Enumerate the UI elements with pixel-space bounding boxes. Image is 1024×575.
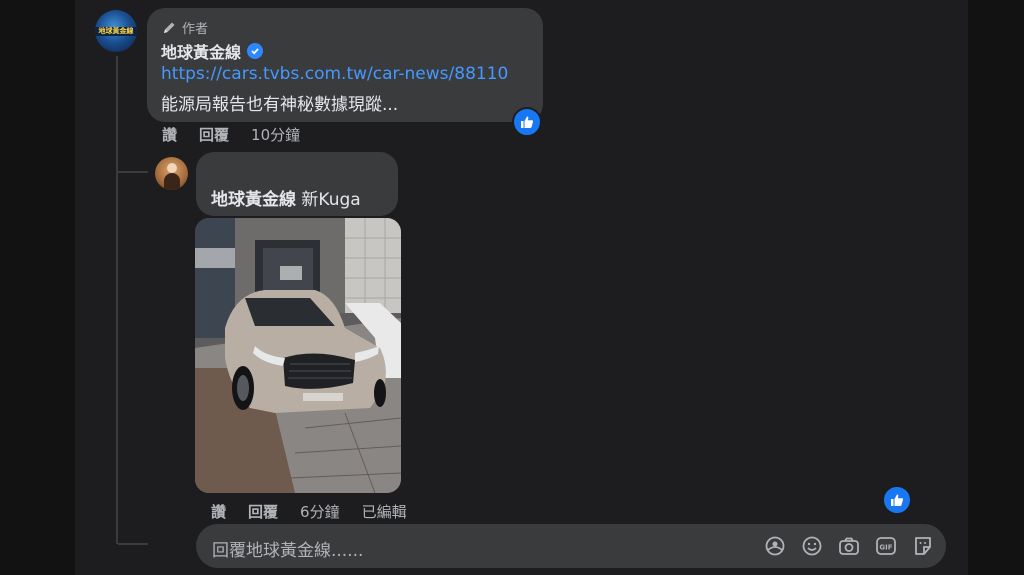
- reply-like-button[interactable]: 讚: [211, 501, 226, 522]
- comment-author[interactable]: 地球黃金線: [161, 39, 264, 63]
- reply-input[interactable]: 回覆地球黃金線......: [212, 536, 363, 561]
- comment-timestamp[interactable]: 10分鐘: [251, 124, 300, 145]
- comment-bubble: 作者 地球黃金線 https://cars.tvbs.com.tw/car-ne…: [147, 8, 543, 122]
- reply-mention[interactable]: 地球黃金線: [211, 190, 296, 210]
- thread-branch-reply: [118, 171, 148, 173]
- comment-text: 能源局報告也有神秘數據現蹤...: [161, 95, 399, 115]
- camera-icon[interactable]: [838, 535, 860, 557]
- like-reaction-icon[interactable]: [512, 107, 542, 137]
- emoji-icon[interactable]: [801, 535, 823, 557]
- sticker-avatar-icon[interactable]: [764, 535, 786, 557]
- thread-line: [116, 56, 118, 544]
- reply-photo[interactable]: [195, 218, 401, 493]
- like-button[interactable]: 讚: [162, 124, 177, 145]
- like-reaction-icon-reply[interactable]: [882, 485, 912, 515]
- reply-reply-button[interactable]: 回覆: [248, 501, 278, 522]
- svg-text:GIF: GIF: [879, 544, 892, 552]
- reply-actions: 讚 回覆 6分鐘 已編輯: [211, 501, 429, 522]
- reply-body: 新Kuga: [301, 190, 361, 210]
- reply-button[interactable]: 回覆: [199, 124, 229, 145]
- gif-icon[interactable]: GIF: [875, 535, 897, 557]
- right-margin: [968, 0, 1024, 575]
- comment-link[interactable]: https://cars.tvbs.com.tw/car-news/88110: [161, 64, 508, 84]
- thread-branch-composer: [118, 543, 148, 545]
- author-badge: 作者: [161, 18, 208, 37]
- comment-author-name[interactable]: 地球黃金線: [161, 39, 241, 63]
- reply-bubble: 地球黃金線 新Kuga: [196, 152, 398, 216]
- author-badge-label: 作者: [182, 22, 209, 37]
- pencil-icon: [164, 22, 175, 33]
- edited-label[interactable]: 已編輯: [362, 501, 407, 522]
- left-margin: [0, 0, 75, 575]
- reply-composer[interactable]: 回覆地球黃金線...... GIF: [196, 524, 946, 568]
- user-avatar[interactable]: [155, 157, 188, 190]
- reply-timestamp[interactable]: 6分鐘: [300, 501, 340, 522]
- verified-badge-icon: [247, 43, 264, 59]
- reply-text: 地球黃金線 新Kuga: [211, 185, 361, 210]
- sticker-icon[interactable]: [912, 535, 934, 557]
- page-avatar[interactable]: 地球黃金線: [95, 10, 137, 52]
- comment-actions: 讚 回覆 10分鐘: [162, 124, 322, 145]
